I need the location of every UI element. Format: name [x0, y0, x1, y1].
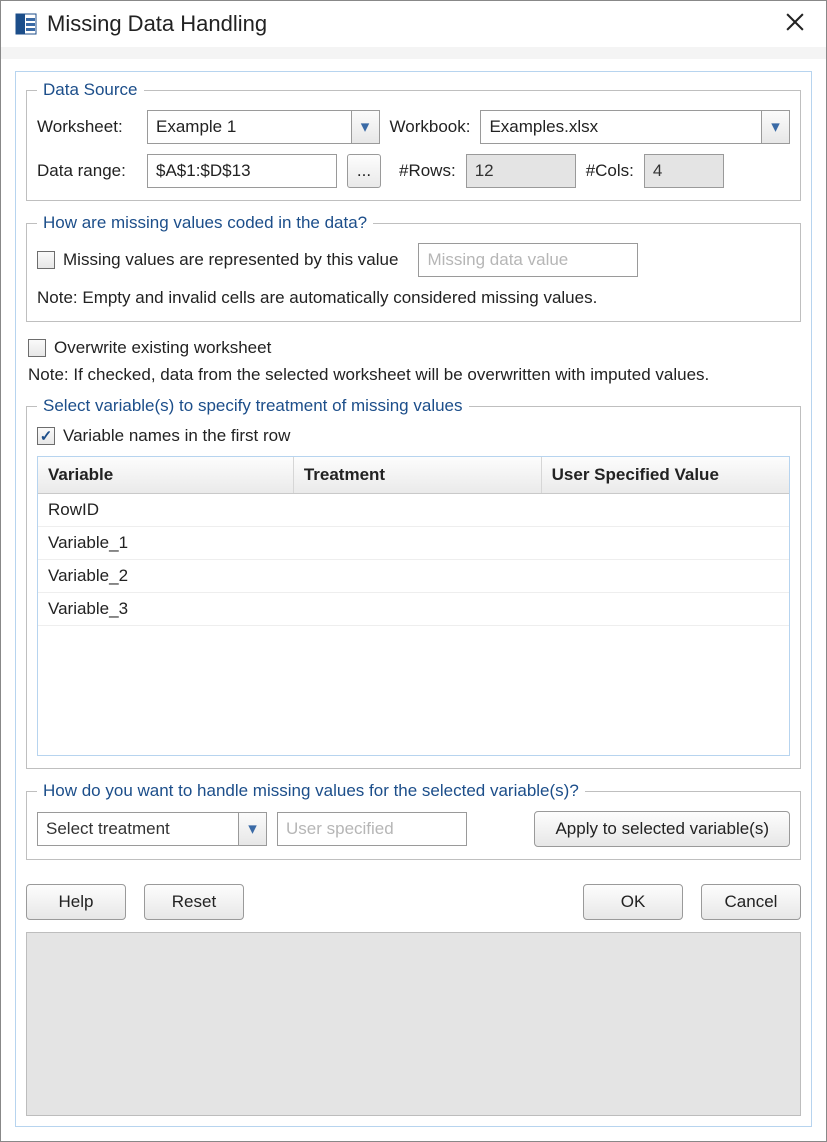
- apply-button[interactable]: Apply to selected variable(s): [534, 811, 790, 847]
- workbook-combo[interactable]: Examples.xlsx ▾: [480, 110, 790, 144]
- table-row[interactable]: Variable_1: [38, 527, 789, 560]
- chevron-down-icon: ▾: [351, 111, 379, 143]
- variables-table[interactable]: Variable Treatment User Specified Value …: [37, 456, 790, 756]
- coding-legend: How are missing values coded in the data…: [37, 213, 373, 233]
- ribbon-strip: [1, 47, 826, 59]
- main-panel: Data Source Worksheet: Example 1 ▾ Workb…: [15, 71, 812, 1127]
- missing-value-chk-label: Missing values are represented by this v…: [63, 250, 398, 270]
- close-button[interactable]: [778, 8, 812, 40]
- table-row[interactable]: Variable_2: [38, 560, 789, 593]
- variables-legend: Select variable(s) to specify treatment …: [37, 396, 469, 416]
- col-user-value: User Specified Value: [541, 457, 789, 494]
- overwrite-note: Note: If checked, data from the selected…: [28, 364, 799, 386]
- missing-value-input[interactable]: Missing data value: [418, 243, 638, 277]
- ok-button[interactable]: OK: [583, 884, 683, 920]
- status-area: [26, 932, 801, 1116]
- checkbox-icon: [37, 251, 55, 269]
- table-header-row: Variable Treatment User Specified Value: [38, 457, 789, 494]
- rows-label: #Rows:: [399, 161, 456, 181]
- first-row-label: Variable names in the first row: [63, 426, 290, 446]
- titlebar: Missing Data Handling: [1, 1, 826, 47]
- overwrite-label: Overwrite existing worksheet: [54, 338, 271, 358]
- cancel-button[interactable]: Cancel: [701, 884, 801, 920]
- col-treatment: Treatment: [293, 457, 541, 494]
- chevron-down-icon: ▾: [238, 813, 266, 845]
- data-range-input[interactable]: $A$1:$D$13: [147, 154, 337, 188]
- worksheet-value: Example 1: [156, 117, 236, 137]
- coding-group: How are missing values coded in the data…: [26, 213, 801, 322]
- button-row: Help Reset OK Cancel: [26, 884, 801, 920]
- rows-value: 12: [466, 154, 576, 188]
- workbook-value: Examples.xlsx: [489, 117, 598, 137]
- missing-value-checkbox[interactable]: Missing values are represented by this v…: [37, 250, 398, 270]
- table-row[interactable]: Variable_3: [38, 593, 789, 626]
- cols-label: #Cols:: [586, 161, 634, 181]
- browse-range-button[interactable]: ...: [347, 154, 381, 188]
- dialog-window: Missing Data Handling Data Source Worksh…: [0, 0, 827, 1142]
- checkbox-icon: [28, 339, 46, 357]
- user-specified-input[interactable]: User specified: [277, 812, 467, 846]
- coding-note: Note: Empty and invalid cells are automa…: [37, 287, 790, 309]
- chevron-down-icon: ▾: [761, 111, 789, 143]
- workbook-label: Workbook:: [390, 117, 471, 137]
- worksheet-label: Worksheet:: [37, 117, 137, 137]
- variables-group: Select variable(s) to specify treatment …: [26, 396, 801, 769]
- dialog-title: Missing Data Handling: [47, 11, 778, 37]
- data-range-label: Data range:: [37, 161, 137, 181]
- data-source-group: Data Source Worksheet: Example 1 ▾ Workb…: [26, 80, 801, 201]
- data-source-legend: Data Source: [37, 80, 144, 100]
- treatment-combo[interactable]: Select treatment ▾: [37, 812, 267, 846]
- first-row-checkbox[interactable]: Variable names in the first row: [37, 426, 790, 446]
- table-row[interactable]: RowID: [38, 494, 789, 527]
- checkbox-icon: [37, 427, 55, 445]
- col-variable: Variable: [38, 457, 293, 494]
- app-icon: [15, 13, 37, 35]
- cols-value: 4: [644, 154, 724, 188]
- handle-group: How do you want to handle missing values…: [26, 781, 801, 860]
- handle-legend: How do you want to handle missing values…: [37, 781, 585, 801]
- worksheet-combo[interactable]: Example 1 ▾: [147, 110, 380, 144]
- reset-button[interactable]: Reset: [144, 884, 244, 920]
- help-button[interactable]: Help: [26, 884, 126, 920]
- overwrite-checkbox[interactable]: Overwrite existing worksheet: [28, 338, 799, 358]
